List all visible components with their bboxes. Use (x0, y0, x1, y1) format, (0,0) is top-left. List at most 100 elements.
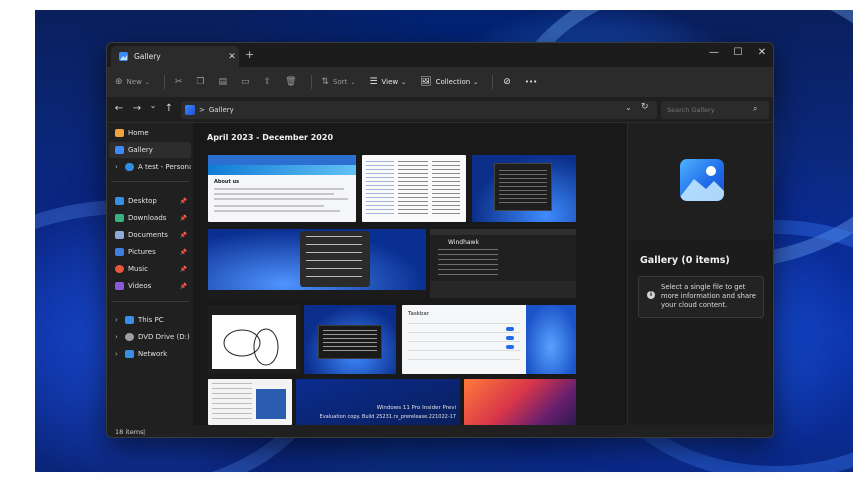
divider (310, 75, 312, 89)
gallery-thumbnail[interactable]: Taskbar (402, 305, 576, 374)
search-icon[interactable]: ⌕ (753, 104, 757, 114)
gallery-thumbnail[interactable] (304, 305, 396, 374)
chevron-right-icon[interactable]: › (115, 316, 121, 324)
new-tab-button[interactable]: + (245, 48, 254, 61)
this-pc-icon (125, 316, 134, 324)
sidebar-item-videos[interactable]: Videos 📌 (109, 278, 191, 294)
sidebar-item-label: A test - Personal (138, 163, 191, 171)
divider (111, 181, 189, 182)
rename-button[interactable]: ▭ (241, 77, 254, 87)
thumbnail-line (214, 193, 334, 195)
back-button[interactable]: ← (113, 103, 125, 114)
minimize-button[interactable]: — (707, 47, 721, 58)
sidebar-item-music[interactable]: Music 📌 (109, 261, 191, 277)
details-info-card: i Select a single file to get more infor… (638, 276, 764, 318)
divider (163, 75, 165, 89)
chevron-down-icon: ⌄ (350, 78, 356, 86)
sidebar-item-documents[interactable]: Documents 📌 (109, 227, 191, 243)
sidebar-item-label: Network (138, 350, 168, 358)
thumbnail-column (432, 161, 460, 217)
cut-button[interactable]: ✂ (175, 77, 187, 87)
breadcrumb-gallery[interactable]: Gallery (209, 106, 234, 114)
gallery-thumbnail[interactable] (208, 229, 426, 298)
sidebar-item-label: Pictures (128, 248, 156, 256)
new-button-label: New (126, 78, 142, 86)
details-info-text: Select a single file to get more informa… (661, 283, 756, 309)
paste-button[interactable]: ▤ (218, 77, 231, 87)
delete-button[interactable]: 🗑 (285, 77, 300, 87)
copy-icon: ❐ (196, 77, 205, 87)
share-button[interactable]: ⇪ (264, 77, 276, 87)
sort-button[interactable]: ⇅ Sort ⌄ (322, 77, 360, 87)
file-explorer-window: Gallery ✕ + — ☐ ✕ ⊕ New ⌄ ✂ ❐ ▤ ▭ ⇪ 🗑 ⇅ … (106, 42, 774, 438)
collection-button-label: Collection (435, 78, 471, 86)
thumbnail-banner (208, 165, 356, 175)
thumbnail-text: About us (214, 179, 240, 185)
more-icon: ••• (524, 78, 538, 86)
gallery-thumbnail[interactable] (362, 155, 466, 222)
address-row: ← → ⌄ ↑ > Gallery ⌄ ↻ ⌕ (107, 97, 773, 123)
sidebar-item-pictures[interactable]: Pictures 📌 (109, 244, 191, 260)
forward-button[interactable]: → (131, 103, 143, 114)
thumbnail-settings-list (408, 323, 520, 367)
more-button[interactable]: ••• (525, 78, 537, 86)
gallery-thumbnail[interactable]: Windows 11 Pro Insider Previ Evaluation … (296, 379, 460, 425)
thumbnail-line (214, 210, 340, 212)
thumbnail-list (499, 170, 547, 206)
date-range-heading: April 2023 - December 2020 (207, 133, 334, 142)
sidebar-item-desktop[interactable]: Desktop 📌 (109, 193, 191, 209)
chevron-right-icon[interactable]: › (115, 333, 121, 341)
chevron-right-icon[interactable]: › (115, 163, 121, 171)
address-dropdown-button[interactable]: ⌄ (625, 103, 632, 112)
refresh-button[interactable]: ↻ (641, 102, 649, 112)
recent-locations-button[interactable]: ⌄ (147, 101, 159, 110)
sidebar-item-home[interactable]: Home (109, 125, 191, 141)
gallery-icon (115, 146, 124, 154)
thumbnail-toggle (506, 336, 514, 340)
thumbnail-header (208, 155, 356, 165)
gallery-thumbnail[interactable] (208, 305, 300, 374)
sort-icon: ⇅ (321, 77, 330, 87)
gallery-thumbnail[interactable] (208, 379, 292, 425)
gallery-thumbnail[interactable]: Windhawk (430, 229, 576, 298)
sidebar-item-downloads[interactable]: Downloads 📌 (109, 210, 191, 226)
thumbnail-text: Evaluation copy. Build 25231.rs_prerelea… (319, 414, 456, 420)
gallery-thumbnail[interactable]: About us (208, 155, 356, 222)
up-button[interactable]: ↑ (163, 103, 175, 114)
thumbnail-text: Windows 11 Pro Insider Previ (376, 405, 456, 411)
view-button[interactable]: ☰ View ⌄ (369, 77, 410, 87)
gallery-thumbnail[interactable] (464, 379, 576, 425)
sidebar-item-this-pc[interactable]: › This PC (109, 312, 191, 328)
sidebar-item-onedrive[interactable]: › A test - Personal (109, 159, 191, 175)
details-preview-area (628, 123, 773, 239)
new-button[interactable]: ⊕ New ⌄ (115, 77, 154, 87)
pin-icon: 📌 (179, 231, 187, 239)
sidebar-item-label: Music (128, 265, 148, 273)
sidebar-item-label: DVD Drive (D:) CCC (138, 333, 191, 341)
thumbnail-toggle (506, 345, 514, 349)
sidebar-item-network[interactable]: › Network (109, 346, 191, 362)
sidebar-item-dvd-drive[interactable]: › DVD Drive (D:) CCC (109, 329, 191, 345)
filter-button[interactable]: ⊘ (503, 77, 515, 87)
chevron-right-icon[interactable]: › (115, 350, 121, 358)
tab-gallery[interactable]: Gallery ✕ (111, 46, 239, 67)
rename-icon: ▭ (241, 77, 250, 87)
tab-close-icon[interactable]: ✕ (225, 52, 239, 62)
music-icon (115, 265, 124, 273)
gallery-thumbnail[interactable] (472, 155, 576, 222)
pin-icon: 📌 (179, 282, 187, 290)
address-bar[interactable]: > Gallery (181, 101, 657, 119)
gallery-icon (185, 105, 195, 115)
collection-button[interactable]: 🖼 Collection ⌄ (420, 77, 482, 87)
copy-button[interactable]: ❐ (196, 77, 208, 87)
cut-icon: ✂ (174, 77, 183, 87)
item-count: 18 items (115, 428, 144, 436)
thumbnail-terminal-lines (323, 330, 377, 354)
thumbnail-line (214, 205, 324, 207)
sidebar-item-gallery[interactable]: Gallery (109, 142, 191, 158)
thumbnail-line (214, 188, 344, 190)
thumbnail-taskbar (208, 290, 426, 298)
maximize-button[interactable]: ☐ (731, 47, 745, 58)
close-button[interactable]: ✕ (755, 47, 769, 58)
share-icon: ⇪ (263, 77, 272, 87)
